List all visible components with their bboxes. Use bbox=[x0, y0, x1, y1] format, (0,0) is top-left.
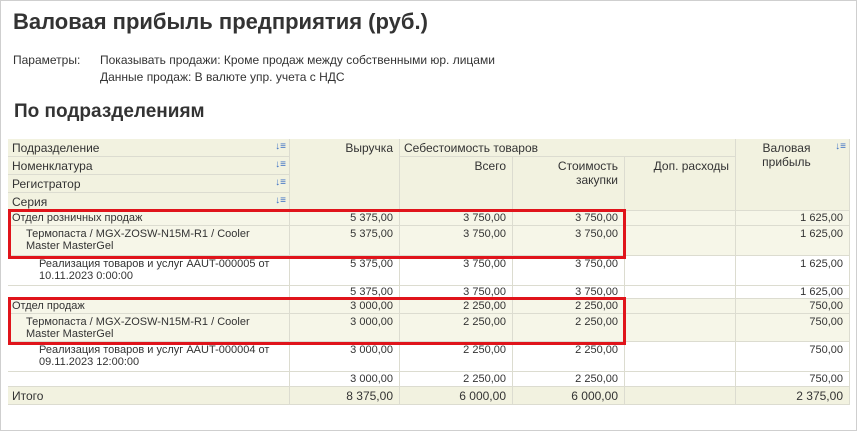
cell-gross-profit: 1 625,00 bbox=[736, 286, 850, 299]
cell-cost-purchase: 2 250,00 bbox=[513, 314, 625, 342]
cell-cost-extra bbox=[625, 286, 736, 299]
header-registrar[interactable]: Регистратор ↓≡ bbox=[8, 175, 290, 193]
cell-cost-purchase: 3 750,00 bbox=[513, 256, 625, 286]
cell-cost-extra bbox=[625, 211, 736, 226]
cell-cost-total: 3 750,00 bbox=[400, 211, 513, 226]
sort-down-icon[interactable]: ↓≡ bbox=[275, 141, 286, 152]
cell-cost-purchase: 2 250,00 bbox=[513, 342, 625, 372]
totals-revenue: 8 375,00 bbox=[290, 387, 400, 405]
header-cost-purchase[interactable]: Стоимость закупки bbox=[513, 157, 625, 211]
cell-cost-total: 3 750,00 bbox=[400, 226, 513, 256]
cell-gross-profit: 1 625,00 bbox=[736, 226, 850, 256]
cell-cost-total: 2 250,00 bbox=[400, 314, 513, 342]
cell-cost-purchase: 3 750,00 bbox=[513, 286, 625, 299]
cell-cost-extra bbox=[625, 256, 736, 286]
cell-gross-profit: 750,00 bbox=[736, 299, 850, 314]
sort-down-icon[interactable]: ↓≡ bbox=[275, 177, 286, 188]
cell-revenue: 3 000,00 bbox=[290, 299, 400, 314]
cell-gross-profit: 1 625,00 bbox=[736, 211, 850, 226]
cell-revenue: 3 000,00 bbox=[290, 372, 400, 387]
cell-cost-total: 2 250,00 bbox=[400, 372, 513, 387]
cell-revenue: 3 000,00 bbox=[290, 314, 400, 342]
cell-cost-purchase: 2 250,00 bbox=[513, 299, 625, 314]
header-revenue[interactable]: Выручка bbox=[290, 139, 400, 211]
cell-gross-profit: 750,00 bbox=[736, 372, 850, 387]
header-subdivision[interactable]: Подразделение ↓≡ bbox=[8, 139, 290, 157]
cell-revenue: 5 375,00 bbox=[290, 226, 400, 256]
cell-cost-purchase: 2 250,00 bbox=[513, 372, 625, 387]
header-cost-group: Себестоимость товаров bbox=[400, 139, 736, 157]
cell-cost-total: 3 750,00 bbox=[400, 286, 513, 299]
row-registrar-label[interactable]: Реализация товаров и услуг AAUT-000005 о… bbox=[8, 256, 290, 286]
cell-cost-total: 3 750,00 bbox=[400, 256, 513, 286]
cell-cost-purchase: 3 750,00 bbox=[513, 226, 625, 256]
cell-cost-total: 2 250,00 bbox=[400, 342, 513, 372]
cell-gross-profit: 750,00 bbox=[736, 314, 850, 342]
cell-cost-extra bbox=[625, 314, 736, 342]
row-series-label[interactable] bbox=[8, 372, 290, 387]
row-group-label[interactable]: Отдел розничных продаж bbox=[8, 211, 290, 226]
row-registrar-label[interactable]: Реализация товаров и услуг AAUT-000004 о… bbox=[8, 342, 290, 372]
report-table: Подразделение ↓≡ Номенклатура ↓≡ Регистр… bbox=[0, 0, 857, 431]
cell-cost-extra bbox=[625, 299, 736, 314]
cell-cost-extra bbox=[625, 372, 736, 387]
totals-cost-extra bbox=[625, 387, 736, 405]
cell-revenue: 5 375,00 bbox=[290, 286, 400, 299]
cell-cost-purchase: 3 750,00 bbox=[513, 211, 625, 226]
cell-revenue: 5 375,00 bbox=[290, 211, 400, 226]
row-nomenclature-label[interactable]: Термопаста / MGX-ZOSW-N15M-R1 / Cooler M… bbox=[8, 226, 290, 256]
cell-revenue: 5 375,00 bbox=[290, 256, 400, 286]
sort-down-icon[interactable]: ↓≡ bbox=[275, 159, 286, 170]
header-gross-profit[interactable]: Валовая прибыль ↓≡ bbox=[736, 139, 850, 211]
totals-cost-total: 6 000,00 bbox=[400, 387, 513, 405]
header-series[interactable]: Серия ↓≡ bbox=[8, 193, 290, 211]
sort-down-icon[interactable]: ↓≡ bbox=[835, 141, 846, 152]
header-cost-total[interactable]: Всего bbox=[400, 157, 513, 211]
cell-cost-extra bbox=[625, 226, 736, 256]
totals-cost-purchase: 6 000,00 bbox=[513, 387, 625, 405]
row-series-label[interactable] bbox=[8, 286, 290, 299]
header-nomenclature[interactable]: Номенклатура ↓≡ bbox=[8, 157, 290, 175]
cell-gross-profit: 750,00 bbox=[736, 342, 850, 372]
cell-gross-profit: 1 625,00 bbox=[736, 256, 850, 286]
row-group-label[interactable]: Отдел продаж bbox=[8, 299, 290, 314]
header-cost-extra[interactable]: Доп. расходы bbox=[625, 157, 736, 211]
cell-revenue: 3 000,00 bbox=[290, 342, 400, 372]
totals-gross-profit: 2 375,00 bbox=[736, 387, 850, 405]
cell-cost-total: 2 250,00 bbox=[400, 299, 513, 314]
cell-cost-extra bbox=[625, 342, 736, 372]
sort-down-icon[interactable]: ↓≡ bbox=[275, 195, 286, 206]
row-nomenclature-label[interactable]: Термопаста / MGX-ZOSW-N15M-R1 / Cooler M… bbox=[8, 314, 290, 342]
totals-label: Итого bbox=[8, 387, 290, 405]
